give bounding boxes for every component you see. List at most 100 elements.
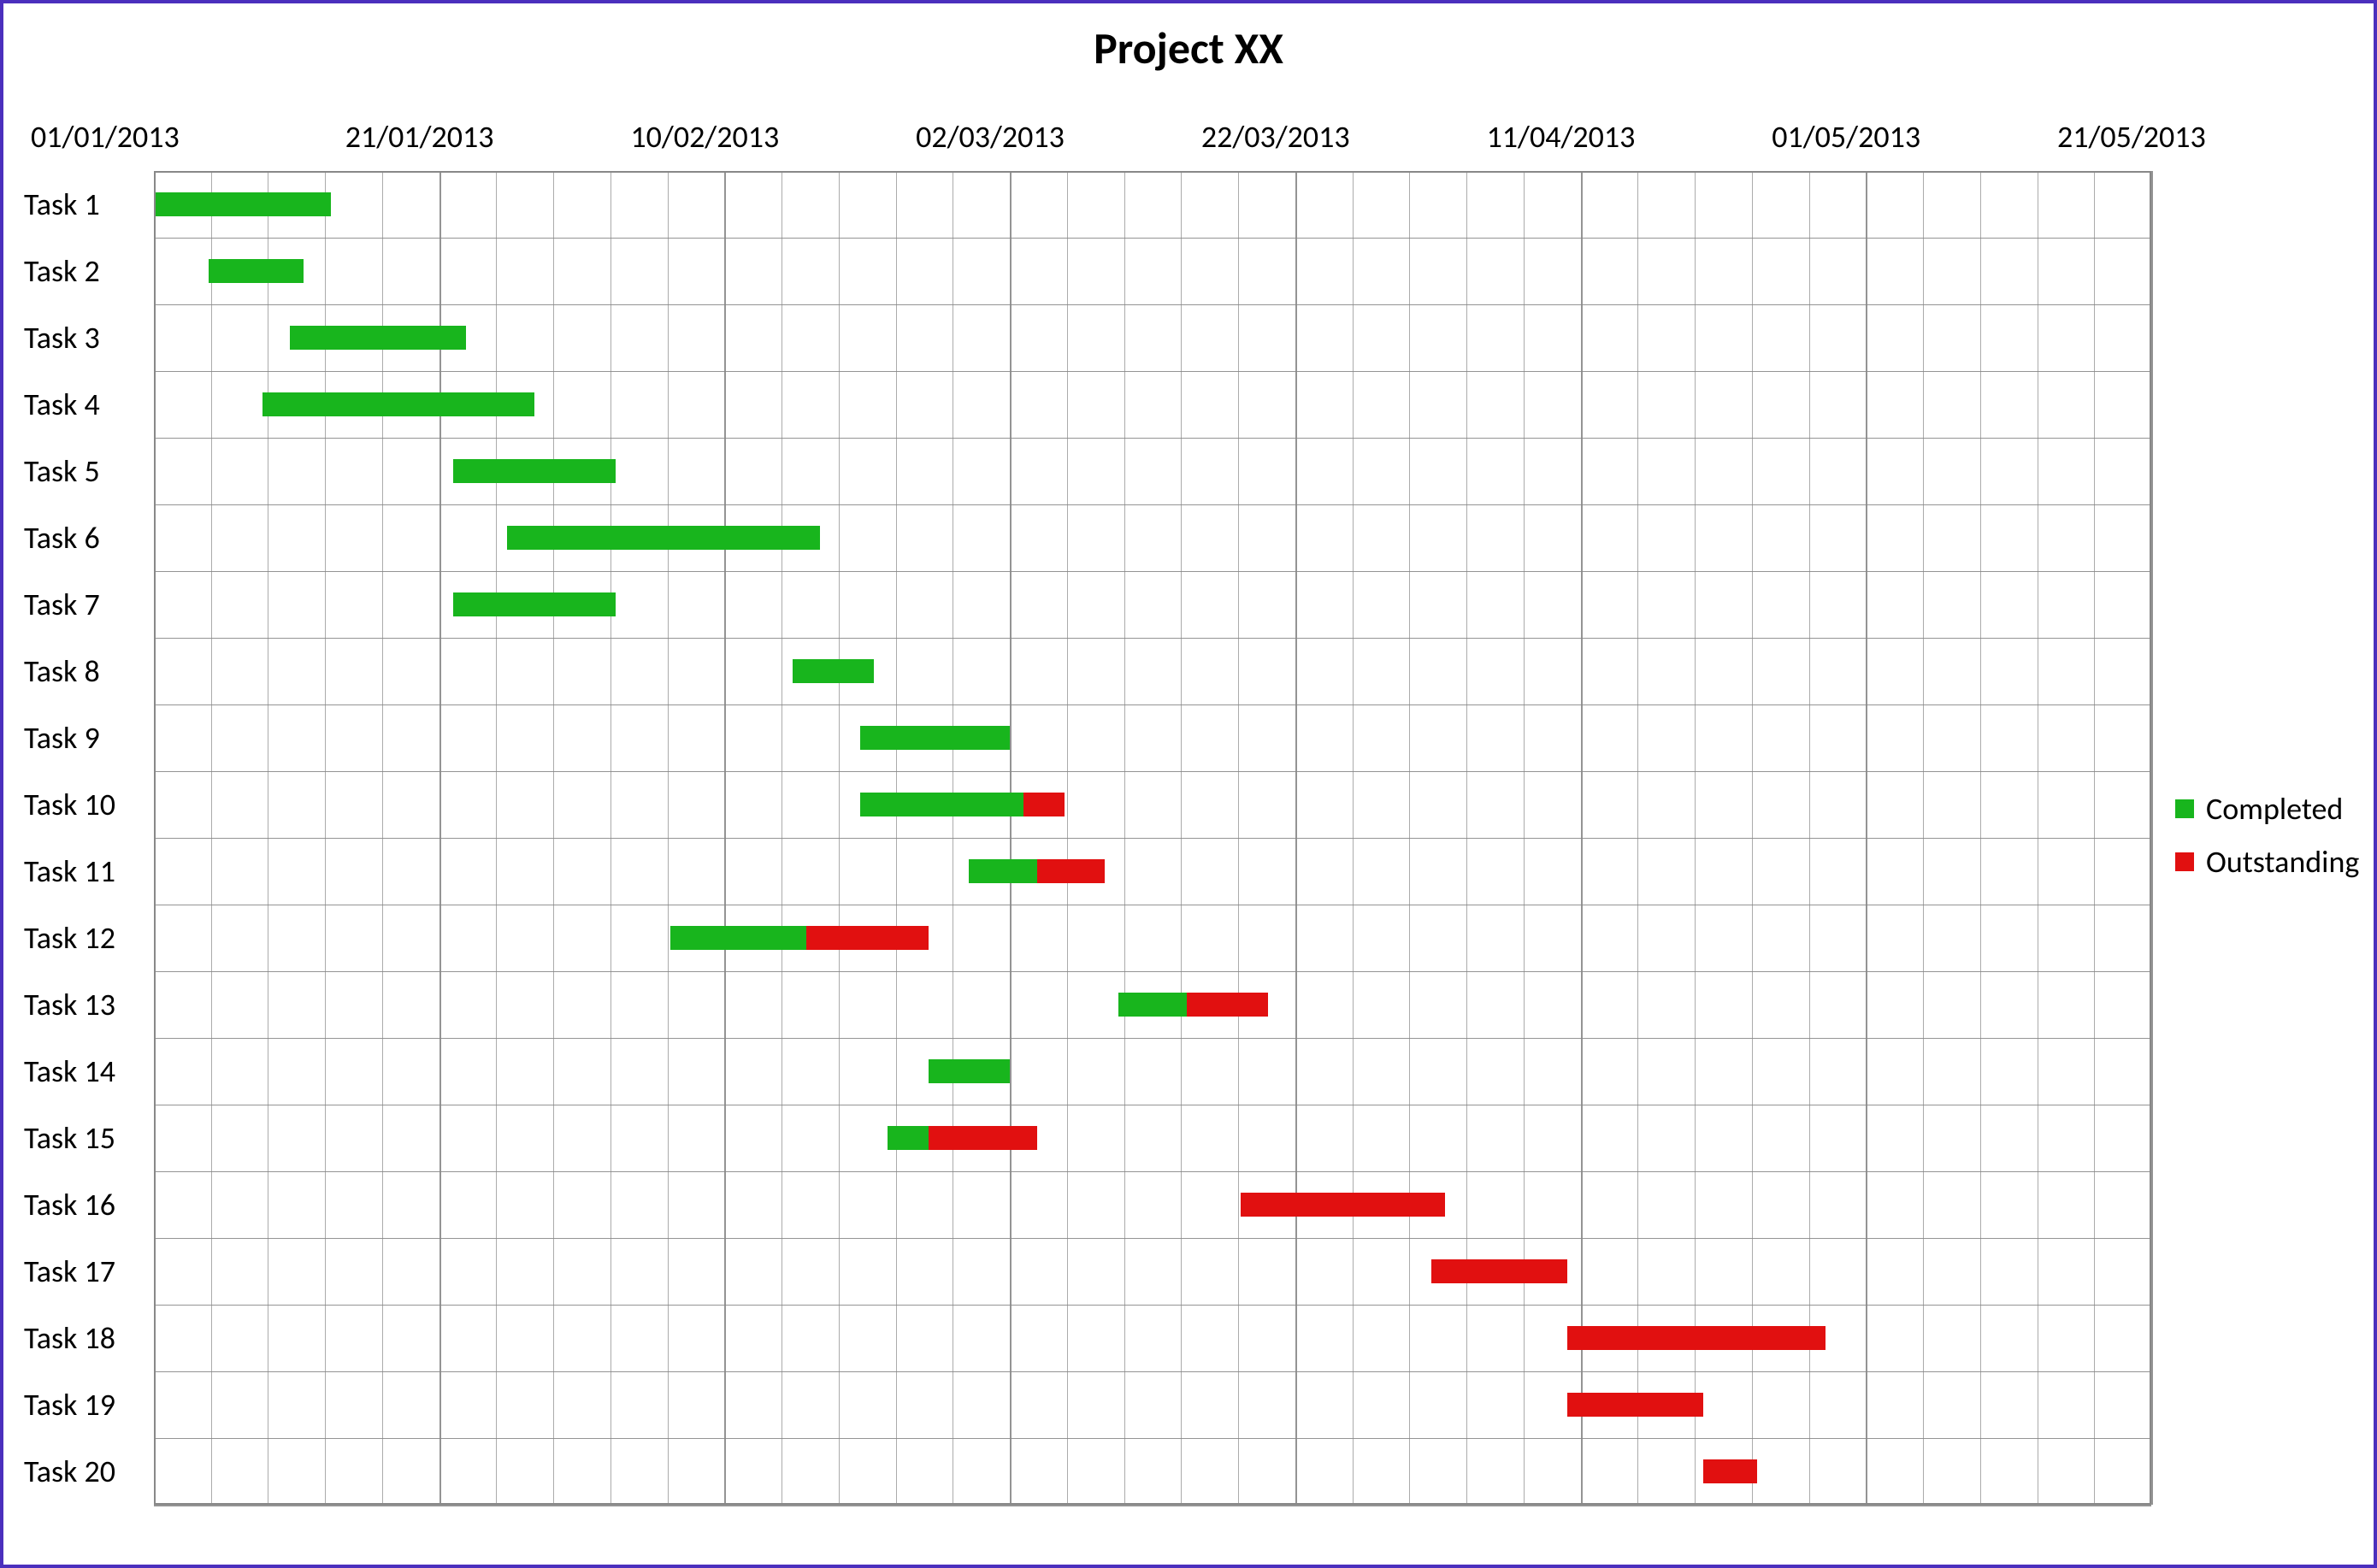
gridline-h [154,304,2151,305]
gridline-h [154,704,2151,705]
task-label: Task 3 [24,319,100,357]
x-axis-date-label: 01/01/2013 [31,118,180,156]
gridline-h [154,771,2151,772]
gridline-h [154,1505,2151,1506]
bar-segment-completed [793,659,874,683]
gantt-bar [262,392,534,416]
bar-segment-completed [290,326,467,350]
task-label: Task 14 [24,1052,115,1090]
bar-segment-completed [453,592,616,616]
gridline-h [154,638,2151,639]
gridline-h [154,238,2151,239]
gridline-h [154,1038,2151,1039]
task-label: Task 10 [24,786,115,823]
x-axis-date-label: 11/04/2013 [1487,118,1636,156]
gantt-bar [969,859,1105,883]
gridline-h [154,1305,2151,1306]
task-label: Task 20 [24,1453,115,1490]
bar-segment-completed [507,526,819,550]
bar-segment-completed [1118,993,1186,1017]
task-label: Task 7 [24,586,100,623]
gridline-h [154,438,2151,439]
task-label: Task 19 [24,1386,115,1424]
bar-segment-completed [453,459,616,483]
bar-segment-outstanding [1567,1393,1703,1417]
x-axis-date-label: 21/01/2013 [345,118,494,156]
legend-label-outstanding: Outstanding [2206,843,2359,881]
task-label: Task 2 [24,252,100,290]
x-axis-date-label: 21/05/2013 [2057,118,2206,156]
gantt-bar [453,459,616,483]
gantt-bar [290,326,467,350]
gridline-h [154,571,2151,572]
x-axis-date-label: 02/03/2013 [916,118,1065,156]
gantt-bar [793,659,874,683]
gantt-bar [888,1126,1037,1150]
gantt-bar [670,926,929,950]
gridline-h [154,971,2151,972]
x-axis-date-label: 01/05/2013 [1772,118,1920,156]
gridline-h [154,1171,2151,1172]
gantt-bar [209,259,304,283]
bar-segment-completed [670,926,806,950]
gantt-plot-area [154,171,2151,1505]
gridline-h [154,1438,2151,1439]
gantt-bar [860,726,1010,750]
bar-segment-outstanding [1431,1259,1567,1283]
gridline-major-v [2151,171,2153,1505]
task-label: Task 1 [24,186,100,223]
chart-title: Project XX [3,21,2374,75]
bar-segment-outstanding [929,1126,1037,1150]
gantt-bar [1567,1326,1826,1350]
gridline-h [154,171,2151,173]
bar-segment-outstanding [806,926,929,950]
gantt-bar [1241,1193,1444,1217]
bar-segment-completed [969,859,1036,883]
bar-segment-completed [154,192,331,216]
bar-segment-completed [860,793,1023,816]
gantt-bar [860,793,1064,816]
task-label: Task 8 [24,652,100,690]
bar-segment-completed [888,1126,929,1150]
gantt-bar [1567,1393,1703,1417]
bar-segment-completed [262,392,534,416]
task-label: Task 17 [24,1253,115,1290]
bar-segment-completed [860,726,1010,750]
legend-swatch-completed [2175,799,2194,818]
bar-segment-outstanding [1241,1193,1444,1217]
bar-segment-outstanding [1567,1326,1826,1350]
task-label: Task 18 [24,1319,115,1357]
bar-segment-completed [929,1059,1010,1083]
gantt-bar [1703,1459,1758,1483]
legend-label-completed: Completed [2206,790,2343,828]
gridline-h [154,1238,2151,1239]
bar-segment-outstanding [1037,859,1105,883]
gridline-h [154,838,2151,839]
gantt-bar [507,526,819,550]
task-label: Task 12 [24,919,115,957]
gantt-bar [453,592,616,616]
gantt-bar [1431,1259,1567,1283]
gantt-bar [154,192,331,216]
task-label: Task 13 [24,986,115,1023]
task-label: Task 9 [24,719,100,757]
x-axis-date-label: 22/03/2013 [1201,118,1350,156]
task-label: Task 16 [24,1186,115,1223]
bar-segment-outstanding [1023,793,1065,816]
task-label: Task 15 [24,1119,115,1157]
task-label: Task 5 [24,452,100,490]
gridline-h [154,1371,2151,1372]
bar-segment-outstanding [1187,993,1268,1017]
legend-item-completed: Completed [2175,790,2359,828]
gantt-bar [929,1059,1010,1083]
legend-item-outstanding: Outstanding [2175,843,2359,881]
task-label: Task 4 [24,386,100,423]
gridline-h [154,371,2151,372]
task-label: Task 6 [24,519,100,557]
task-label: Task 11 [24,852,115,890]
bar-segment-completed [209,259,304,283]
legend: Completed Outstanding [2175,790,2359,896]
x-axis-date-label: 10/02/2013 [630,118,779,156]
gantt-bar [1118,993,1268,1017]
legend-swatch-outstanding [2175,852,2194,871]
